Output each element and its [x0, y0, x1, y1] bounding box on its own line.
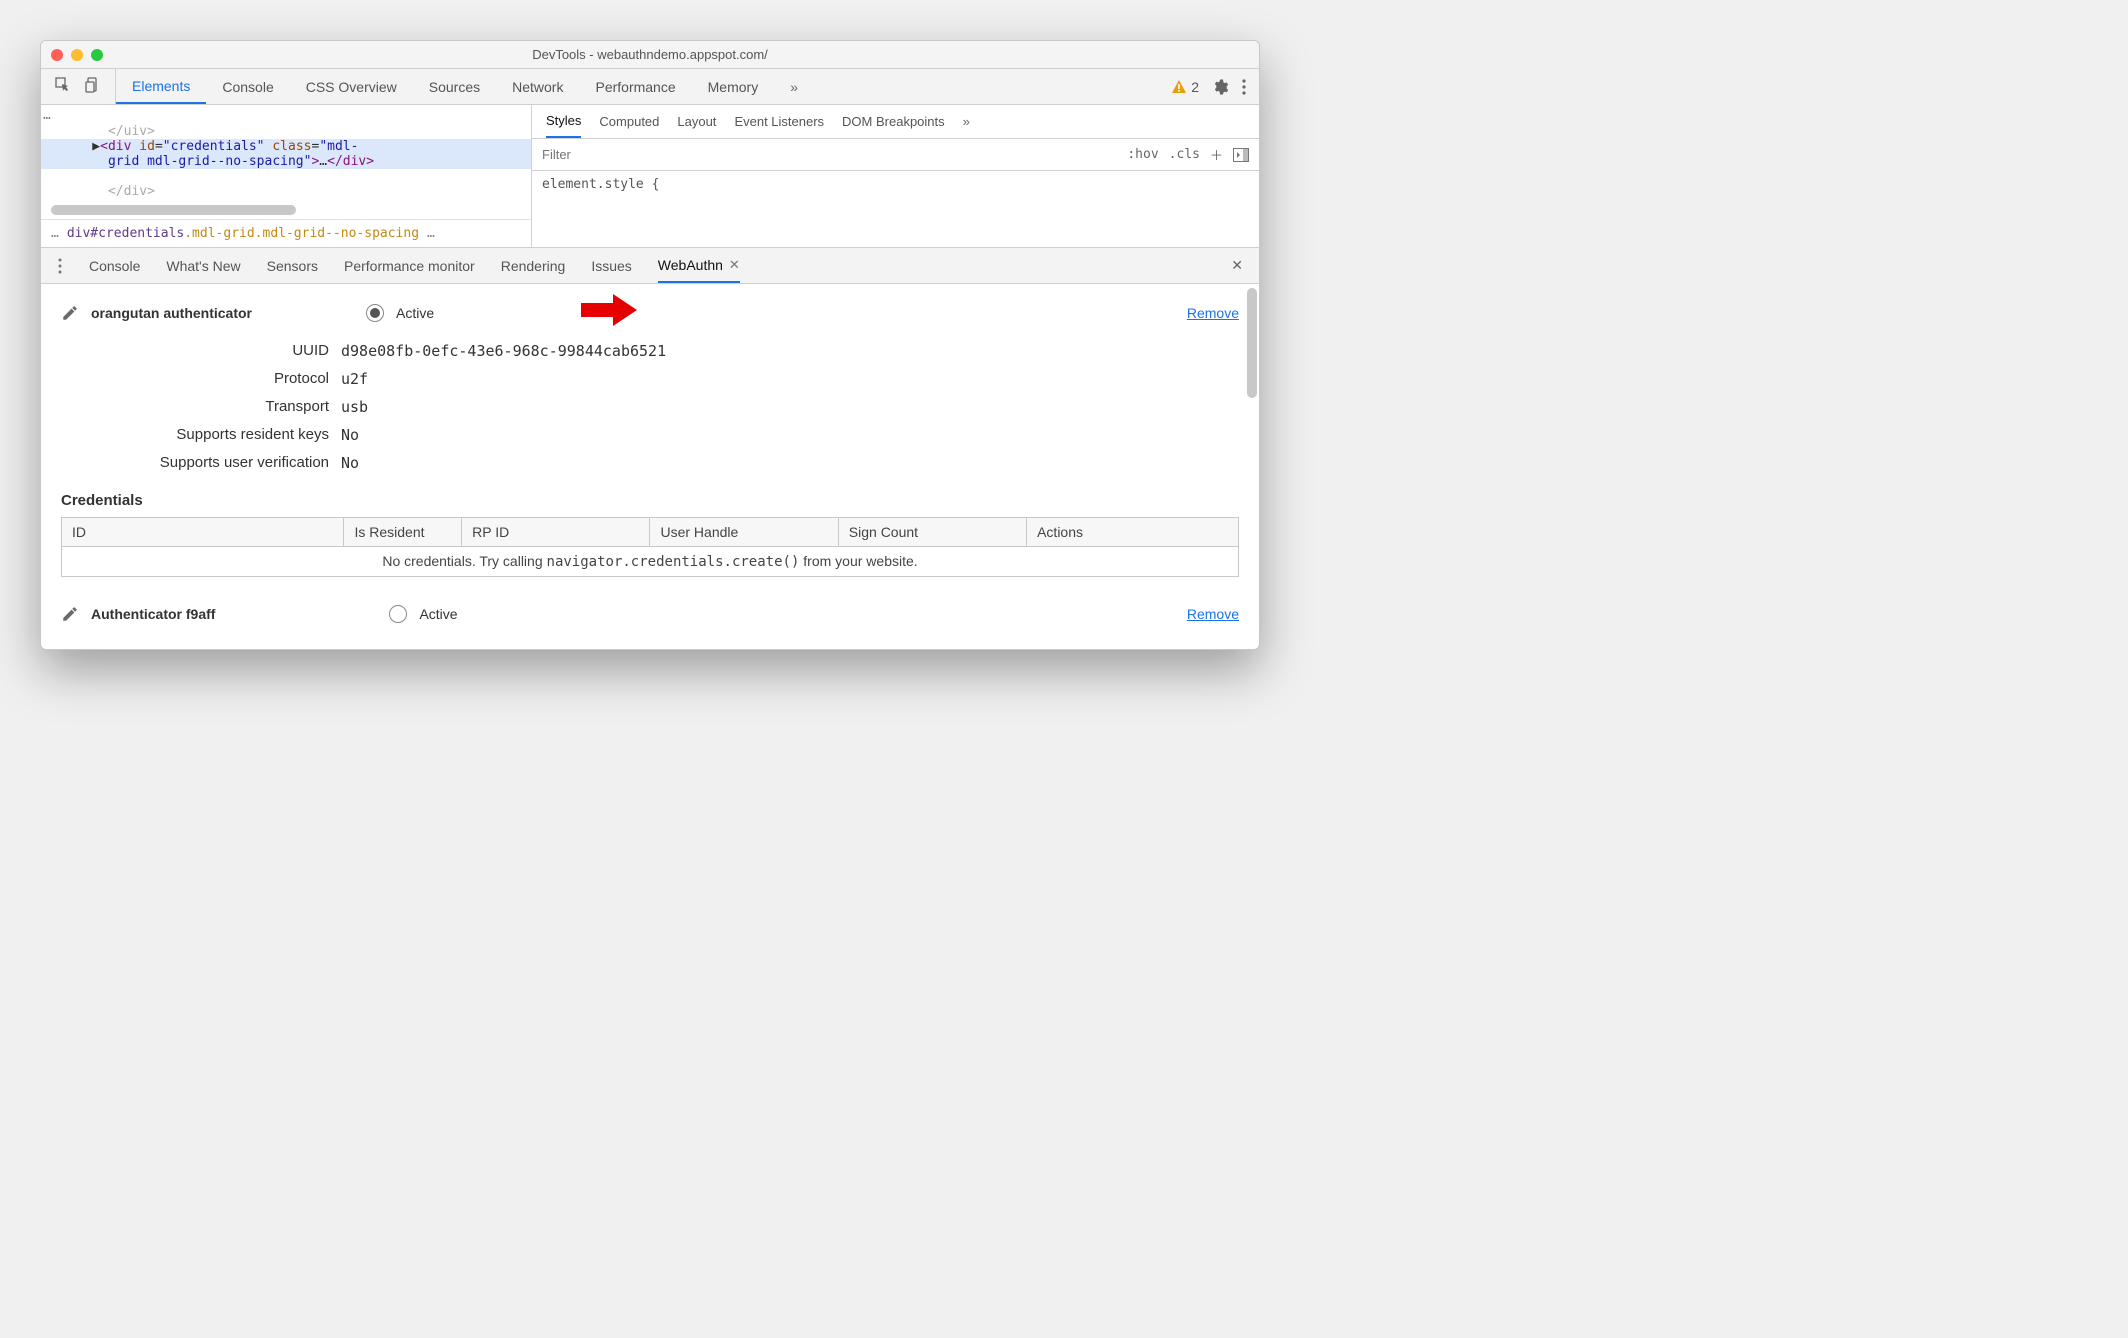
drawer-tab-webauthn[interactable]: WebAuthn ✕	[658, 248, 740, 283]
styles-tab-computed[interactable]: Computed	[599, 114, 659, 129]
new-style-rule-icon[interactable]: ＋	[1210, 145, 1223, 164]
authenticator-fields: UUID d98e08fb-0efc-43e6-968c-99844cab652…	[61, 342, 1239, 472]
remove-authenticator-link[interactable]: Remove	[1187, 606, 1239, 622]
protocol-value: u2f	[341, 370, 1239, 388]
warnings-count: 2	[1191, 79, 1199, 95]
breadcrumb-right-ellipsis[interactable]: …	[427, 226, 435, 241]
vscrollbar[interactable]	[1247, 288, 1257, 398]
toggle-sidebar-icon[interactable]	[1233, 148, 1249, 162]
window-title: DevTools - webauthndemo.appspot.com/	[41, 47, 1259, 62]
credentials-heading: Credentials	[61, 492, 1239, 509]
table-header-row: ID Is Resident RP ID User Handle Sign Co…	[62, 518, 1239, 547]
protocol-label: Protocol	[61, 370, 341, 388]
breadcrumb-left-ellipsis[interactable]: …	[51, 226, 59, 241]
styles-tab-layout[interactable]: Layout	[677, 114, 716, 129]
styles-tab-dom-breakpoints[interactable]: DOM Breakpoints	[842, 114, 945, 129]
tab-console[interactable]: Console	[206, 69, 289, 104]
table-row: No credentials. Try calling navigator.cr…	[62, 547, 1239, 577]
drawer-tab-performance-monitor[interactable]: Performance monitor	[344, 258, 475, 274]
breadcrumb-node[interactable]: div#credentials	[67, 226, 184, 241]
devtools-window: DevTools - webauthndemo.appspot.com/ Ele…	[40, 40, 1260, 650]
edit-name-icon[interactable]	[61, 605, 79, 623]
drawer-tab-rendering[interactable]: Rendering	[501, 258, 566, 274]
dom-tree-panel[interactable]: ⋯ </uiv> ▶<div id="credentials" class="m…	[41, 105, 531, 247]
main-toolbar: Elements Console CSS Overview Sources Ne…	[41, 69, 1259, 105]
cls-toggle[interactable]: .cls	[1169, 147, 1200, 162]
drawer-more-icon[interactable]	[57, 257, 63, 275]
tab-network[interactable]: Network	[496, 69, 579, 104]
active-label: Active	[396, 305, 434, 321]
tab-elements[interactable]: Elements	[116, 69, 206, 104]
styles-tabs-overflow-icon[interactable]: »	[963, 114, 970, 129]
titlebar: DevTools - webauthndemo.appspot.com/	[41, 41, 1259, 69]
more-icon[interactable]	[1241, 78, 1247, 96]
tabs-overflow-icon[interactable]: »	[774, 69, 814, 104]
drawer-tab-console[interactable]: Console	[89, 258, 140, 274]
dom-hscrollbar[interactable]	[51, 205, 296, 215]
authenticator-name: orangutan authenticator	[91, 305, 252, 321]
remove-authenticator-link[interactable]: Remove	[1187, 305, 1239, 321]
webauthn-panel: orangutan authenticator Active Remove UU…	[41, 284, 1259, 649]
col-signcount[interactable]: Sign Count	[838, 518, 1026, 547]
uuid-value: d98e08fb-0efc-43e6-968c-99844cab6521	[341, 342, 1239, 360]
col-rpid[interactable]: RP ID	[462, 518, 650, 547]
hov-toggle[interactable]: :hov	[1127, 147, 1158, 162]
transport-label: Transport	[61, 398, 341, 416]
col-isresident[interactable]: Is Resident	[344, 518, 462, 547]
drawer-tab-sensors[interactable]: Sensors	[267, 258, 318, 274]
srk-label: Supports resident keys	[61, 426, 341, 444]
tab-css-overview[interactable]: CSS Overview	[290, 69, 413, 104]
authenticator-row: Authenticator f9aff Active Remove	[61, 599, 1239, 629]
col-id[interactable]: ID	[62, 518, 344, 547]
inspect-icon[interactable]	[55, 77, 71, 96]
dom-ellipsis-icon[interactable]: ⋯	[43, 111, 51, 126]
authenticator-name: Authenticator f9aff	[91, 606, 215, 622]
suv-label: Supports user verification	[61, 454, 341, 472]
transport-value: usb	[341, 398, 1239, 416]
close-tab-icon[interactable]: ✕	[729, 257, 740, 273]
drawer-tab-whatsnew[interactable]: What's New	[166, 258, 240, 274]
drawer-close-icon[interactable]: ✕	[1231, 257, 1243, 274]
suv-value: No	[341, 454, 1239, 472]
dom-breadcrumb[interactable]: … div#credentials.mdl-grid.mdl-grid--no-…	[41, 219, 531, 247]
active-label: Active	[419, 606, 457, 622]
col-actions[interactable]: Actions	[1027, 518, 1239, 547]
styles-tab-event-listeners[interactable]: Event Listeners	[734, 114, 824, 129]
styles-rule[interactable]: element.style {	[532, 171, 1259, 198]
authenticator-row: orangutan authenticator Active Remove	[61, 298, 1239, 328]
warnings-badge[interactable]: 2	[1171, 79, 1199, 95]
tab-sources[interactable]: Sources	[413, 69, 496, 104]
annotation-arrow-icon	[581, 290, 637, 330]
drawer-tab-issues[interactable]: Issues	[591, 258, 631, 274]
active-radio[interactable]	[389, 605, 407, 623]
credentials-table: ID Is Resident RP ID User Handle Sign Co…	[61, 517, 1239, 577]
uuid-label: UUID	[61, 342, 341, 360]
col-userhandle[interactable]: User Handle	[650, 518, 838, 547]
tab-performance[interactable]: Performance	[579, 69, 691, 104]
styles-tab-styles[interactable]: Styles	[546, 105, 581, 138]
active-radio[interactable]	[366, 304, 384, 322]
srk-value: No	[341, 426, 1239, 444]
device-toggle-icon[interactable]	[85, 77, 101, 96]
drawer-tabs: Console What's New Sensors Performance m…	[41, 248, 1259, 284]
empty-credentials-message: No credentials. Try calling navigator.cr…	[62, 547, 1239, 577]
styles-panel: Styles Computed Layout Event Listeners D…	[531, 105, 1259, 247]
settings-gear-icon[interactable]	[1211, 78, 1229, 96]
edit-name-icon[interactable]	[61, 304, 79, 322]
styles-filter-input[interactable]	[532, 147, 1127, 162]
tab-memory[interactable]: Memory	[692, 69, 775, 104]
